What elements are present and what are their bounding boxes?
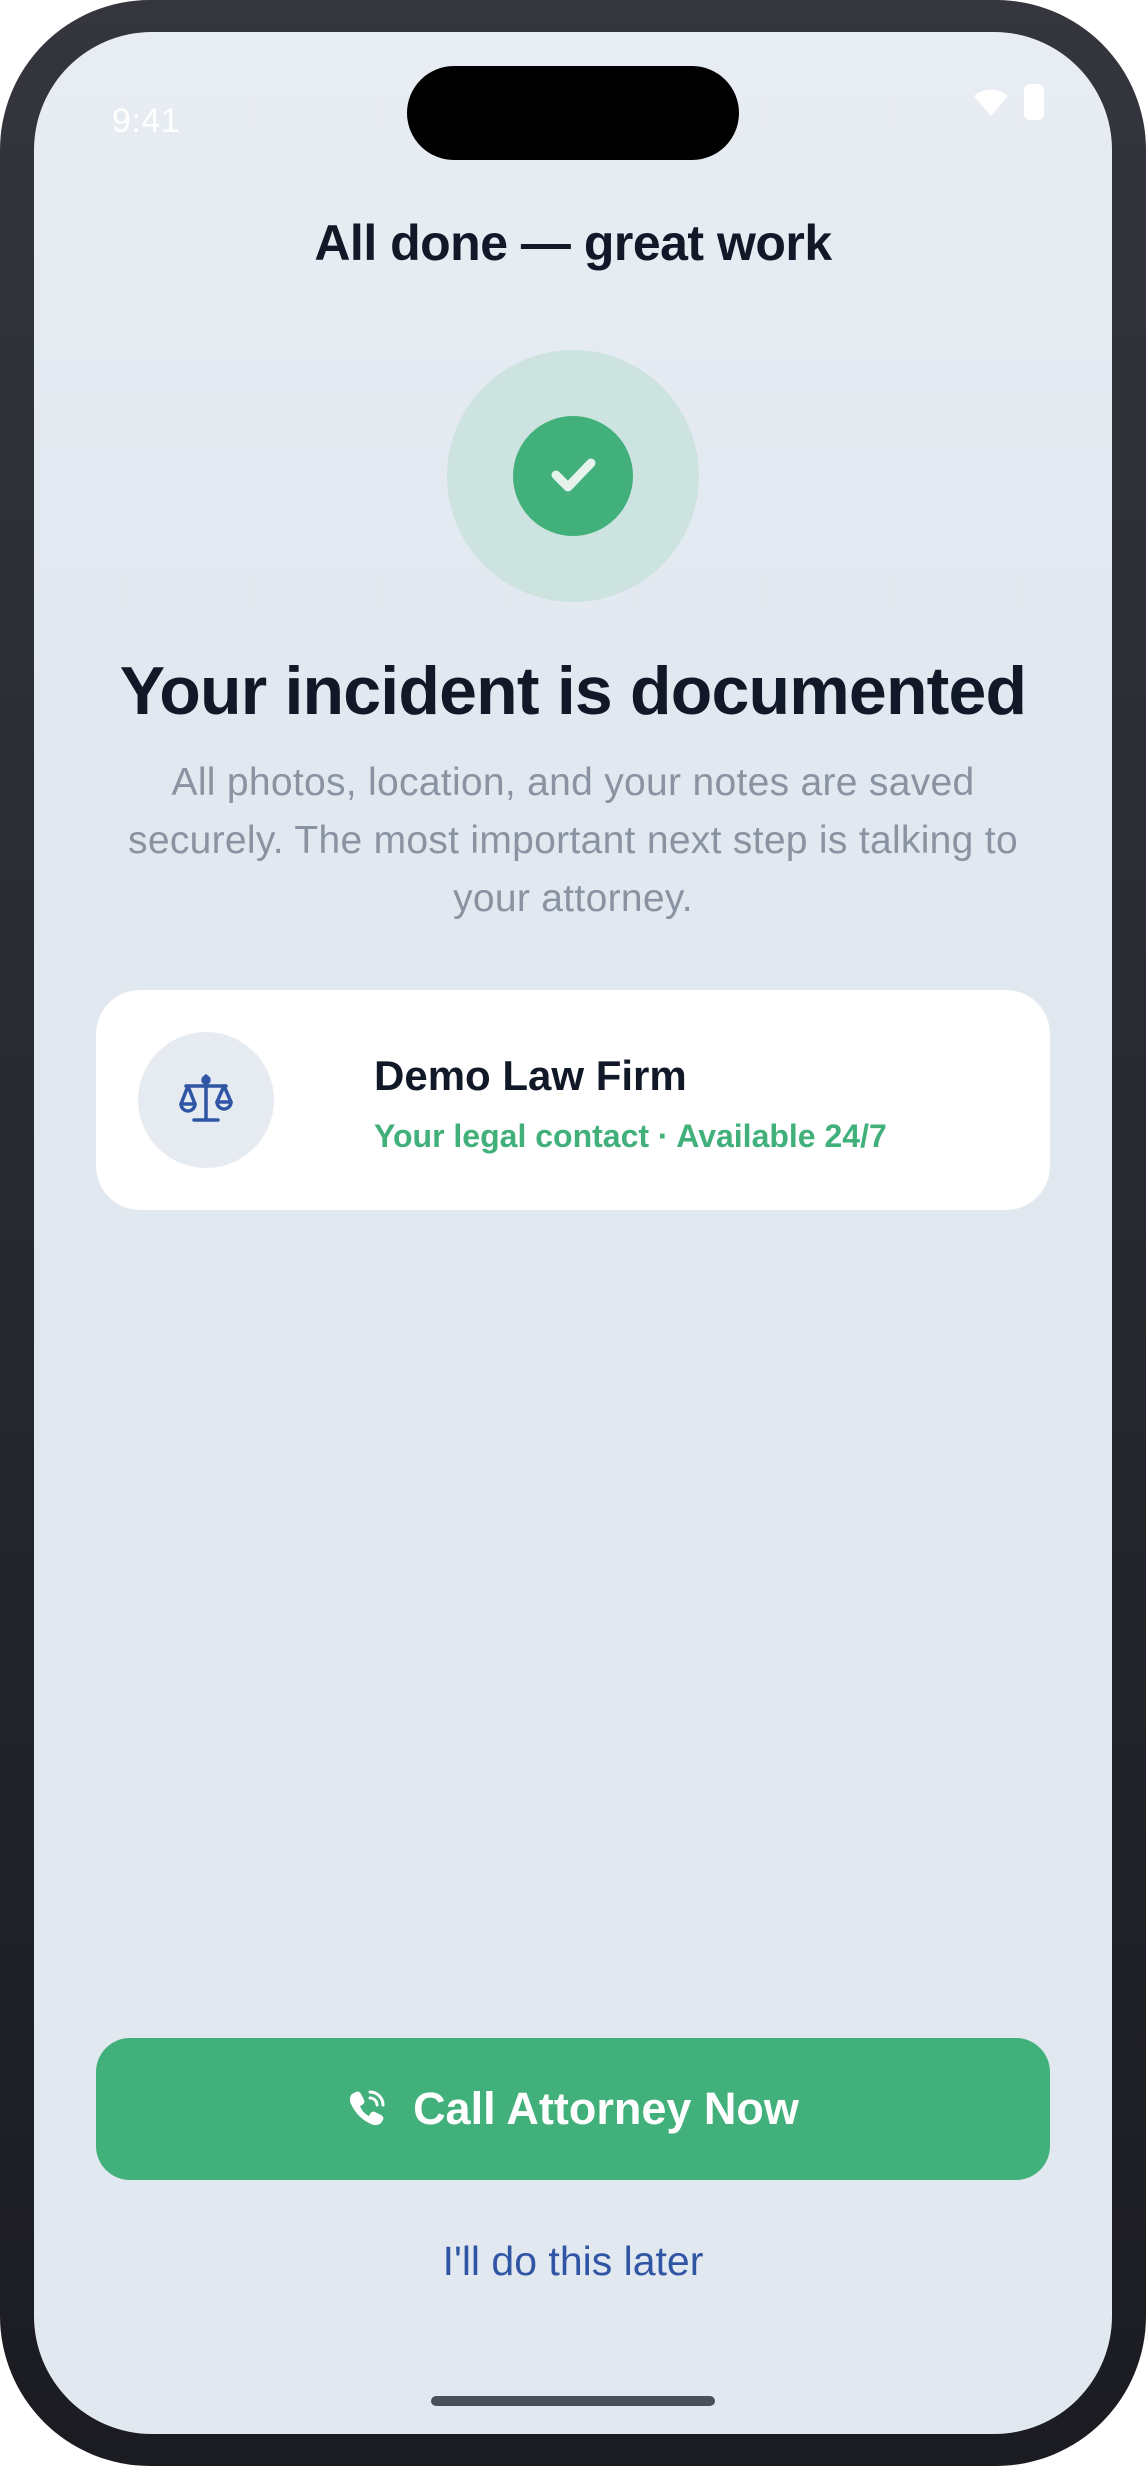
app-screen: 9:41 All done — great work Your incident… bbox=[34, 32, 1112, 2434]
contact-subtitle: Your legal contact · Available 24/7 bbox=[374, 1118, 887, 1154]
success-headline: Your incident is documented bbox=[119, 653, 1027, 729]
scales-of-justice-icon bbox=[176, 1070, 236, 1131]
success-message: All photos, location, and your notes are… bbox=[128, 761, 1018, 920]
page-title: All done — great work bbox=[314, 215, 832, 271]
do-later-link[interactable]: I'll do this later bbox=[34, 2238, 1112, 2285]
dynamic-island bbox=[407, 66, 739, 160]
device-frame: 9:41 All done — great work Your incident… bbox=[0, 0, 1146, 2466]
success-badge bbox=[513, 416, 633, 536]
battery-icon bbox=[1024, 84, 1044, 125]
checkmark-icon bbox=[543, 444, 603, 509]
home-indicator[interactable] bbox=[431, 2396, 715, 2406]
contact-avatar bbox=[138, 1032, 274, 1168]
status-icons bbox=[972, 84, 1044, 125]
contact-name: Demo Law Firm bbox=[374, 1052, 687, 1099]
call-attorney-button[interactable]: Call Attorney Now bbox=[96, 2038, 1050, 2180]
status-time: 9:41 bbox=[112, 102, 181, 140]
call-attorney-label: Call Attorney Now bbox=[413, 2083, 799, 2134]
phone-icon bbox=[347, 2088, 387, 2131]
wifi-icon bbox=[972, 87, 1010, 122]
attorney-contact-card: Demo Law Firm Your legal contact · Avail… bbox=[96, 990, 1050, 1210]
